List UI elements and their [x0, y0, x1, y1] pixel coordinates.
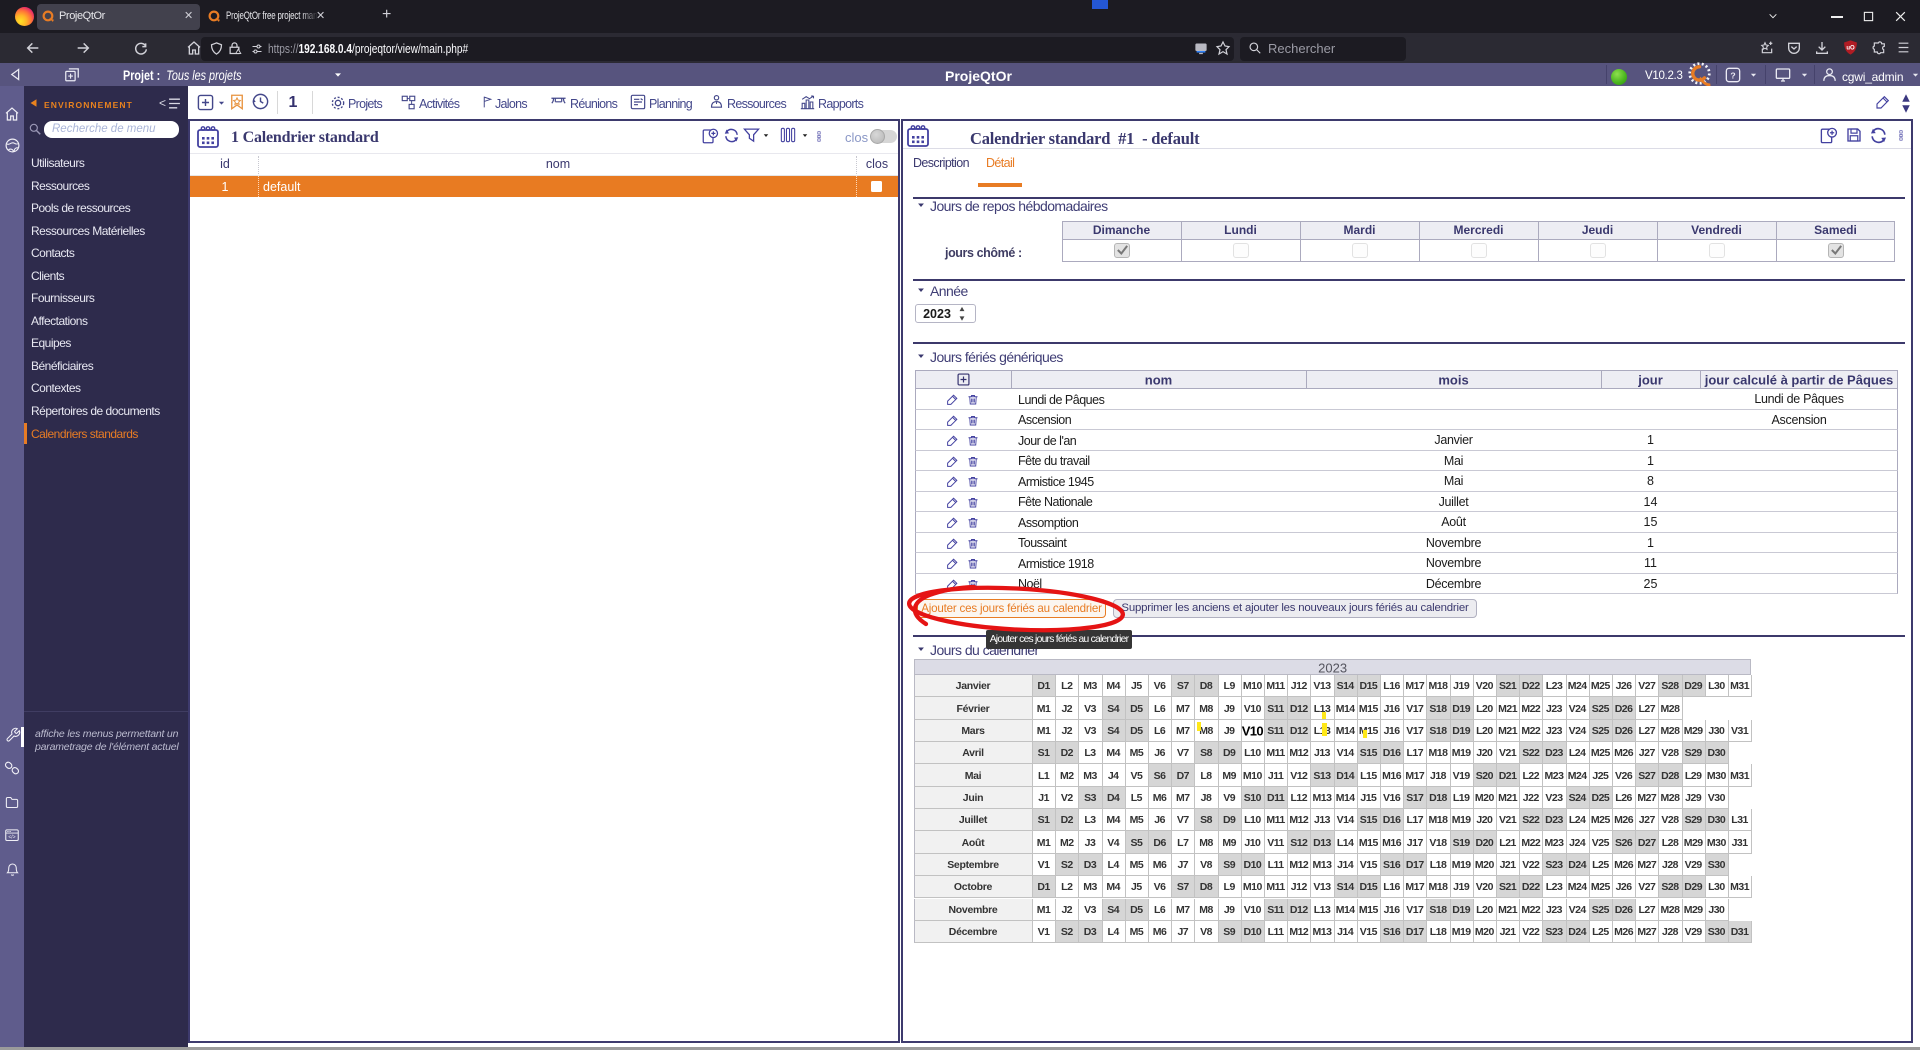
svg-text:?: ? — [1730, 70, 1735, 80]
svg-text:</>: </> — [8, 835, 15, 841]
svg-text:uO: uO — [1846, 45, 1855, 51]
